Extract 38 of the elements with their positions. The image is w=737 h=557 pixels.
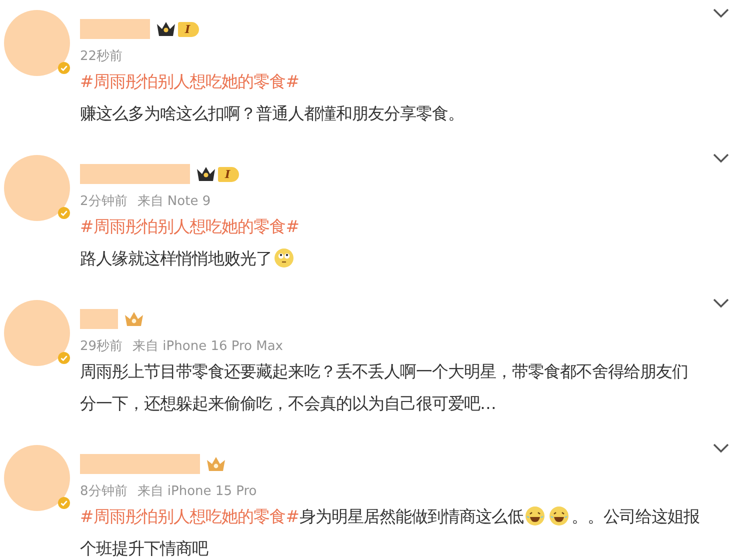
- comment-text: 赚这么多为啥这么扣啊？普通人都懂和朋友分享零食。: [80, 104, 464, 123]
- verified-badge-icon: [58, 207, 70, 219]
- comment-text: 身为明星居然能做到情商这么低: [299, 507, 524, 526]
- comment-text: 路人缘就这样悄悄地败光了: [80, 249, 272, 268]
- laughing-tears-emoji-icon: [525, 506, 546, 526]
- username-redacted[interactable]: [80, 164, 190, 184]
- username-redacted[interactable]: [80, 454, 200, 474]
- timestamp: 29秒前: [80, 339, 123, 354]
- verified-badge-icon: [58, 62, 70, 74]
- username-redacted[interactable]: [80, 19, 150, 39]
- laughing-tears-emoji-icon: [549, 506, 570, 526]
- crown-icon: [206, 456, 226, 472]
- topic-link[interactable]: #周雨彤怕别人想吃她的零食#: [80, 72, 300, 91]
- topic-link[interactable]: #周雨彤怕别人想吃她的零食#: [80, 507, 300, 526]
- timestamp: 8分钟前: [80, 484, 128, 499]
- crown-icon: [124, 311, 144, 327]
- verified-badge-icon: [58, 352, 70, 364]
- chevron-down-icon[interactable]: [713, 153, 729, 163]
- level-text: I: [178, 22, 200, 36]
- source-text: 来自 Note 9: [137, 194, 211, 209]
- source-text: 来自 iPhone 15 Pro: [137, 484, 257, 499]
- timestamp: 22秒前: [80, 49, 123, 64]
- source-text: 来自 iPhone 16 Pro Max: [132, 339, 283, 354]
- chevron-down-icon[interactable]: [713, 8, 729, 18]
- crown-icon: [156, 21, 176, 37]
- crown-icon: [196, 166, 216, 182]
- eye-roll-emoji-icon: [274, 248, 294, 268]
- comment-text: 周雨彤上节目带零食还要藏起来吃？丢不丢人啊一个大明星，带零食都不舍得给朋友们: [80, 362, 688, 381]
- topic-link[interactable]: #周雨彤怕别人想吃她的零食#: [80, 217, 300, 236]
- comment-text: 分一下，还想躲起来偷偷吃，不会真的以为自己很可爱吧…: [80, 394, 496, 413]
- comment-text: 个班提升下情商吧: [80, 539, 208, 557]
- chevron-down-icon[interactable]: [713, 443, 729, 453]
- chevron-down-icon[interactable]: [713, 298, 729, 308]
- level-text: I: [218, 166, 240, 182]
- timestamp: 2分钟前: [80, 194, 128, 209]
- comment-text: 。。公司给这姐报: [571, 507, 700, 526]
- verified-badge-icon: [58, 497, 70, 509]
- username-redacted[interactable]: [80, 309, 118, 329]
